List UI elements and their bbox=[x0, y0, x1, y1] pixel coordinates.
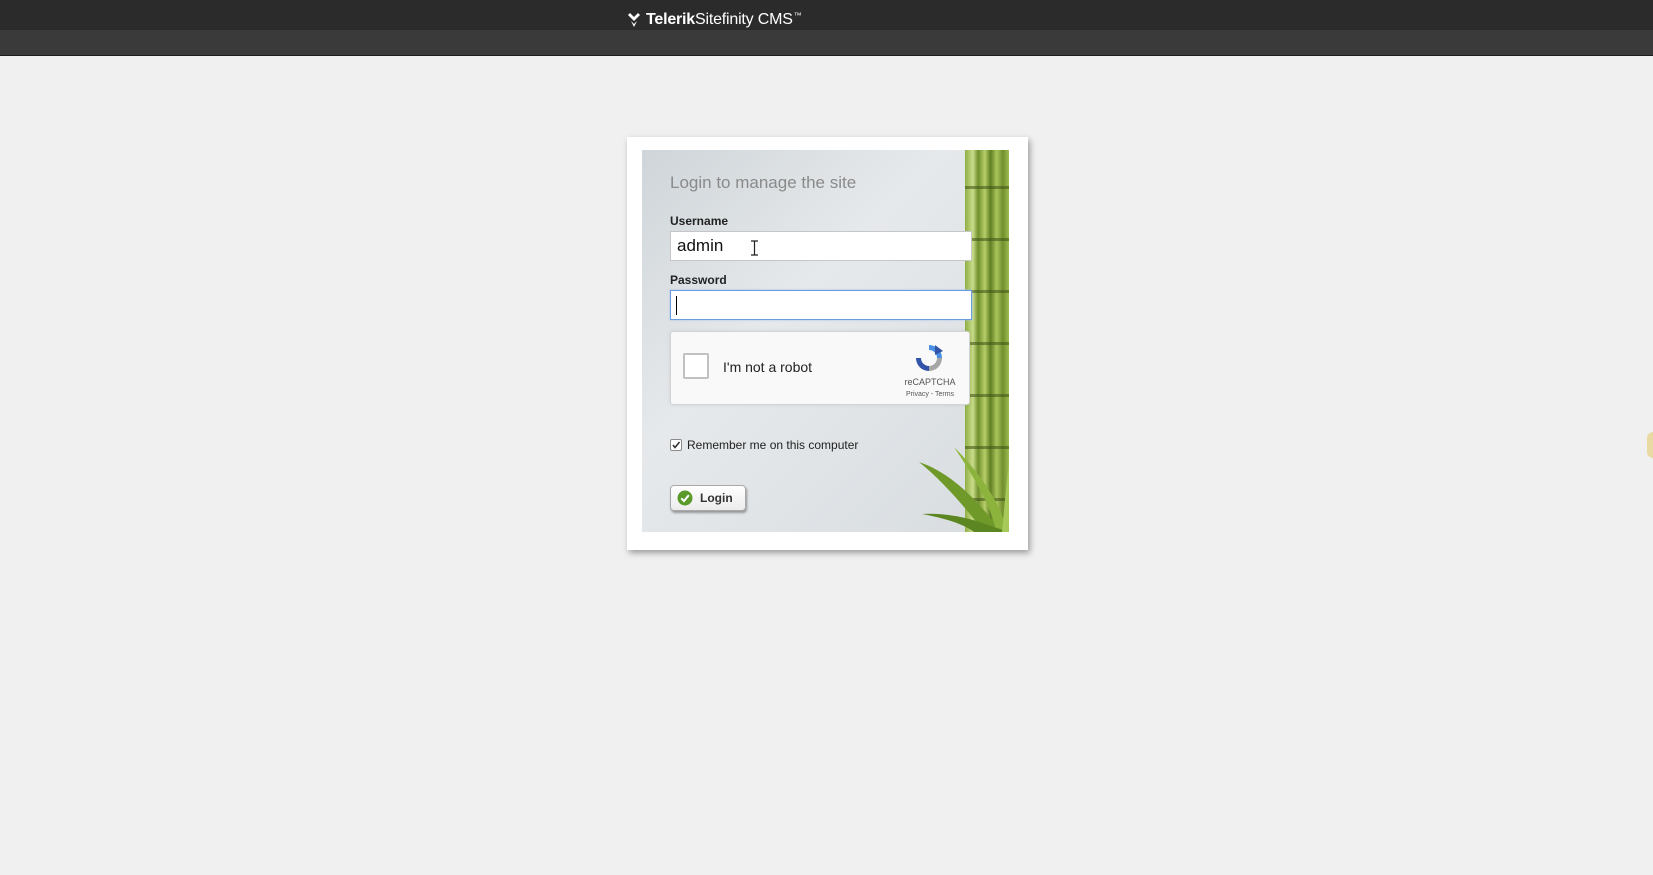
login-title: Login to manage the site bbox=[670, 173, 857, 192]
password-input[interactable] bbox=[670, 290, 972, 320]
remember-me-checkbox[interactable] bbox=[670, 439, 682, 451]
check-circle-icon bbox=[677, 490, 693, 506]
telerik-logo-icon bbox=[628, 13, 640, 27]
remember-me-label[interactable]: Remember me on this computer bbox=[687, 438, 858, 452]
text-caret bbox=[676, 296, 677, 315]
recaptcha-checkbox[interactable] bbox=[683, 353, 709, 379]
login-panel: Login to manage the site Username Passwo… bbox=[642, 150, 1009, 532]
header-toolbar-strip bbox=[0, 30, 1653, 56]
recaptcha-brand: reCAPTCHA bbox=[904, 377, 956, 387]
remember-me-row: Remember me on this computer bbox=[670, 438, 858, 452]
recaptcha-label: I'm not a robot bbox=[723, 359, 813, 375]
brand-name-bold: Telerik bbox=[646, 11, 695, 28]
brand-name-light: Sitefinity CMS bbox=[695, 11, 793, 28]
checkmark-icon bbox=[672, 441, 681, 449]
brand-trademark: ™ bbox=[793, 10, 802, 20]
recaptcha-logo-icon bbox=[916, 345, 943, 371]
edge-widget-tab[interactable] bbox=[1647, 432, 1653, 458]
brand-logo: Telerik Sitefinity CMS ™ bbox=[626, 10, 802, 30]
bamboo-leaves-decoration bbox=[919, 447, 1009, 532]
recaptcha-widget: I'm not a robot reCAPTCHA Privacy - Term… bbox=[670, 331, 970, 405]
text-cursor-icon bbox=[751, 240, 758, 256]
login-button[interactable]: Login bbox=[670, 485, 746, 511]
recaptcha-links[interactable]: Privacy - Terms bbox=[901, 391, 959, 398]
login-button-label: Login bbox=[700, 491, 733, 505]
password-label: Password bbox=[670, 273, 727, 287]
username-input[interactable] bbox=[670, 231, 972, 261]
top-header-bar: Telerik Sitefinity CMS ™ bbox=[0, 0, 1653, 56]
username-label: Username bbox=[670, 214, 729, 228]
